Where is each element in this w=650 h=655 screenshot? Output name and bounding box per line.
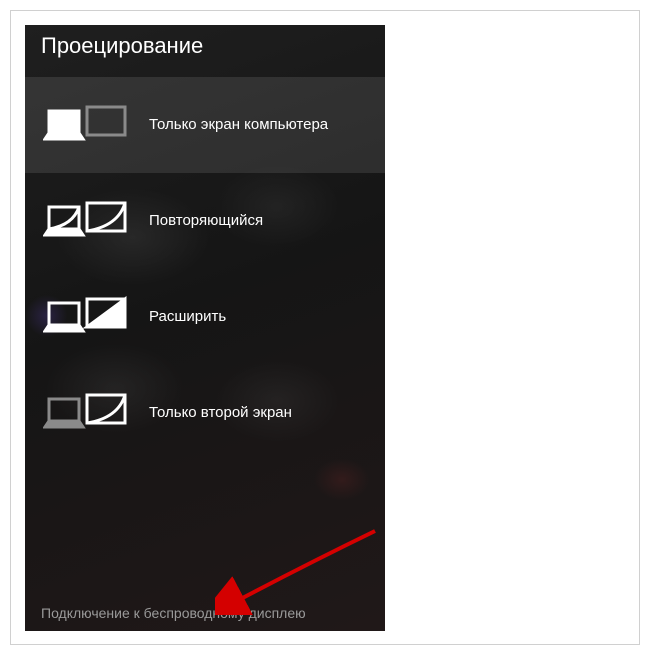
option-label: Только второй экран xyxy=(149,403,292,423)
annotation-arrow xyxy=(215,525,385,615)
extend-icon xyxy=(43,293,129,341)
option-extend[interactable]: Расширить xyxy=(25,269,385,365)
project-panel: Проецирование Только экран компьютера xyxy=(25,25,385,631)
pc-screen-only-icon xyxy=(43,101,129,149)
wireless-display-link[interactable]: Подключение к беспроводному дисплею xyxy=(41,605,369,621)
panel-title: Проецирование xyxy=(25,25,385,77)
second-screen-only-icon xyxy=(43,389,129,437)
option-label: Повторяющийся xyxy=(149,211,263,231)
option-second-screen-only[interactable]: Только второй экран xyxy=(25,365,385,461)
screenshot-frame: Проецирование Только экран компьютера xyxy=(10,10,640,645)
option-label: Расширить xyxy=(149,307,226,327)
option-label: Только экран компьютера xyxy=(149,115,328,135)
duplicate-icon xyxy=(43,197,129,245)
option-duplicate[interactable]: Повторяющийся xyxy=(25,173,385,269)
option-pc-screen-only[interactable]: Только экран компьютера xyxy=(25,77,385,173)
